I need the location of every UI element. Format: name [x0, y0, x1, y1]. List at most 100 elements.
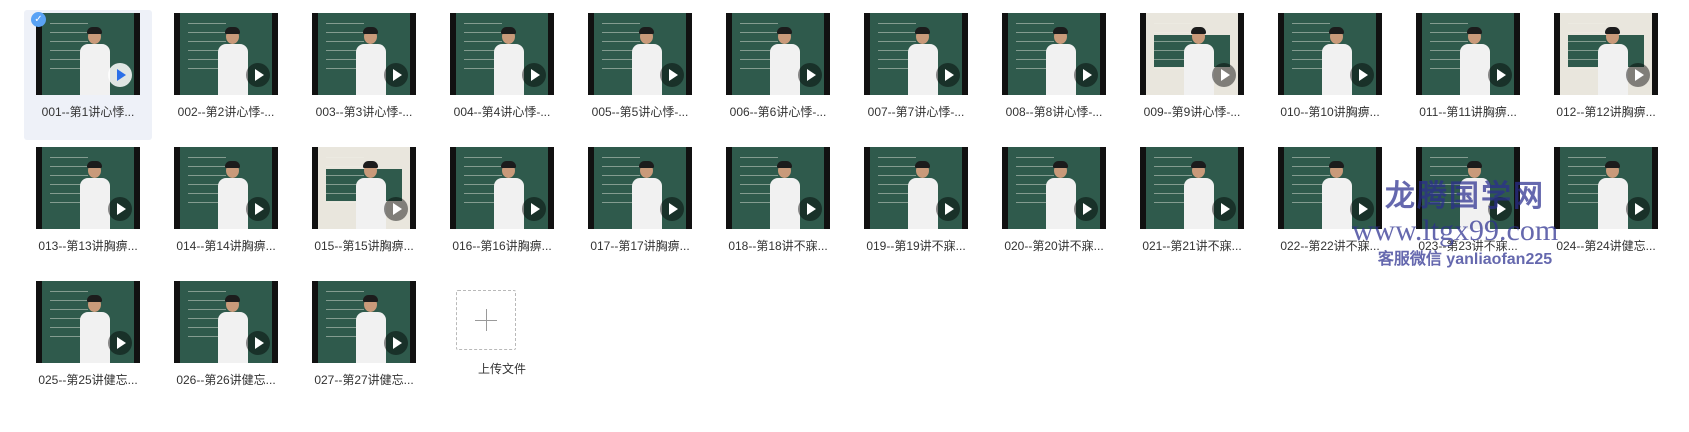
video-thumbnail[interactable] — [1140, 13, 1244, 95]
file-name: 001--第1讲心悸... — [41, 105, 135, 119]
file-tile[interactable]: 004--第4讲心悸-... — [438, 10, 566, 140]
play-icon[interactable] — [660, 197, 684, 221]
lecturer-hair — [363, 295, 378, 302]
file-name: 008--第8讲心悸-... — [1005, 105, 1103, 119]
file-tile[interactable]: 017--第17讲胸痹... — [576, 144, 704, 274]
video-thumbnail[interactable] — [1416, 13, 1520, 95]
file-name: 004--第4讲心悸-... — [453, 105, 551, 119]
play-icon[interactable] — [1074, 63, 1098, 87]
file-tile[interactable]: 024--第24讲健忘... — [1542, 144, 1670, 274]
lecturer-hair — [1467, 161, 1482, 168]
file-name: 023--第23讲不寐... — [1418, 239, 1518, 253]
video-thumbnail[interactable] — [174, 147, 278, 229]
play-icon[interactable] — [798, 63, 822, 87]
file-tile[interactable]: 013--第13讲胸痹... — [24, 144, 152, 274]
file-tile[interactable]: 008--第8讲心悸-... — [990, 10, 1118, 140]
play-icon[interactable] — [1626, 197, 1650, 221]
play-icon[interactable] — [246, 331, 270, 355]
play-icon[interactable] — [108, 331, 132, 355]
play-icon[interactable] — [108, 63, 132, 87]
file-tile[interactable]: 012--第12讲胸痹... — [1542, 10, 1670, 140]
video-thumbnail[interactable] — [450, 13, 554, 95]
video-thumbnail[interactable] — [864, 13, 968, 95]
play-icon[interactable] — [1212, 197, 1236, 221]
file-tile[interactable]: 015--第15讲胸痹... — [300, 144, 428, 274]
file-name: 020--第20讲不寐... — [1004, 239, 1104, 253]
lecturer-figure — [494, 178, 524, 229]
play-icon[interactable] — [936, 63, 960, 87]
play-icon[interactable] — [1212, 63, 1236, 87]
file-tile[interactable]: 019--第19讲不寐... — [852, 144, 980, 274]
file-tile[interactable]: ✓ 001--第1讲心悸... — [24, 10, 152, 140]
file-tile[interactable]: 006--第6讲心悸-... — [714, 10, 842, 140]
play-icon[interactable] — [1350, 197, 1374, 221]
video-thumbnail[interactable] — [312, 147, 416, 229]
video-thumbnail[interactable] — [1278, 13, 1382, 95]
lecturer-hair — [1605, 27, 1620, 34]
video-thumbnail[interactable] — [1416, 147, 1520, 229]
file-tile[interactable]: 021--第21讲不寐... — [1128, 144, 1256, 274]
checkmark-icon[interactable]: ✓ — [31, 12, 46, 27]
lecturer-hair — [915, 27, 930, 34]
play-icon[interactable] — [1488, 197, 1512, 221]
file-tile[interactable]: 009--第9讲心悸-... — [1128, 10, 1256, 140]
play-icon[interactable] — [660, 63, 684, 87]
play-icon[interactable] — [522, 63, 546, 87]
file-tile[interactable]: 027--第27讲健忘... — [300, 278, 428, 408]
file-tile[interactable]: 023--第23讲不寐... — [1404, 144, 1532, 274]
play-icon[interactable] — [798, 197, 822, 221]
file-tile[interactable]: 011--第11讲胸痹... — [1404, 10, 1532, 140]
play-icon[interactable] — [384, 197, 408, 221]
lecturer-figure — [1322, 178, 1352, 229]
video-thumbnail[interactable] — [726, 147, 830, 229]
play-icon[interactable] — [384, 63, 408, 87]
file-tile[interactable]: 010--第10讲胸痹... — [1266, 10, 1394, 140]
video-thumbnail[interactable] — [588, 13, 692, 95]
file-name: 026--第26讲健忘... — [176, 373, 276, 387]
lecturer-figure — [770, 44, 800, 95]
play-icon[interactable] — [936, 197, 960, 221]
play-icon[interactable] — [384, 331, 408, 355]
video-thumbnail[interactable] — [1002, 147, 1106, 229]
upload-file-tile[interactable]: 上传文件 — [438, 278, 566, 408]
file-tile[interactable]: 005--第5讲心悸-... — [576, 10, 704, 140]
video-thumbnail[interactable] — [588, 147, 692, 229]
video-thumbnail[interactable] — [726, 13, 830, 95]
lecturer-figure — [1598, 44, 1628, 95]
file-tile[interactable]: 003--第3讲心悸-... — [300, 10, 428, 140]
file-tile[interactable]: 025--第25讲健忘... — [24, 278, 152, 408]
video-thumbnail[interactable] — [1278, 147, 1382, 229]
lecturer-hair — [1053, 27, 1068, 34]
play-icon[interactable] — [246, 197, 270, 221]
video-thumbnail[interactable] — [36, 147, 140, 229]
video-thumbnail[interactable] — [1554, 147, 1658, 229]
video-thumbnail[interactable] — [36, 13, 140, 95]
video-thumbnail[interactable] — [312, 281, 416, 363]
video-thumbnail[interactable] — [312, 13, 416, 95]
video-thumbnail[interactable] — [174, 281, 278, 363]
video-thumbnail[interactable] — [1140, 147, 1244, 229]
video-thumbnail[interactable] — [864, 147, 968, 229]
file-tile[interactable]: 014--第14讲胸痹... — [162, 144, 290, 274]
play-icon[interactable] — [108, 197, 132, 221]
lecturer-hair — [777, 27, 792, 34]
play-icon[interactable] — [1488, 63, 1512, 87]
play-icon[interactable] — [1074, 197, 1098, 221]
file-tile[interactable]: 007--第7讲心悸-... — [852, 10, 980, 140]
file-tile[interactable]: 016--第16讲胸痹... — [438, 144, 566, 274]
play-icon[interactable] — [1626, 63, 1650, 87]
file-tile[interactable]: 026--第26讲健忘... — [162, 278, 290, 408]
play-icon[interactable] — [246, 63, 270, 87]
upload-button[interactable] — [456, 290, 516, 350]
file-tile[interactable]: 002--第2讲心悸-... — [162, 10, 290, 140]
file-tile[interactable]: 022--第22讲不寐... — [1266, 144, 1394, 274]
video-thumbnail[interactable] — [36, 281, 140, 363]
video-thumbnail[interactable] — [1002, 13, 1106, 95]
video-thumbnail[interactable] — [450, 147, 554, 229]
play-icon[interactable] — [522, 197, 546, 221]
video-thumbnail[interactable] — [1554, 13, 1658, 95]
file-tile[interactable]: 020--第20讲不寐... — [990, 144, 1118, 274]
play-icon[interactable] — [1350, 63, 1374, 87]
video-thumbnail[interactable] — [174, 13, 278, 95]
file-tile[interactable]: 018--第18讲不寐... — [714, 144, 842, 274]
